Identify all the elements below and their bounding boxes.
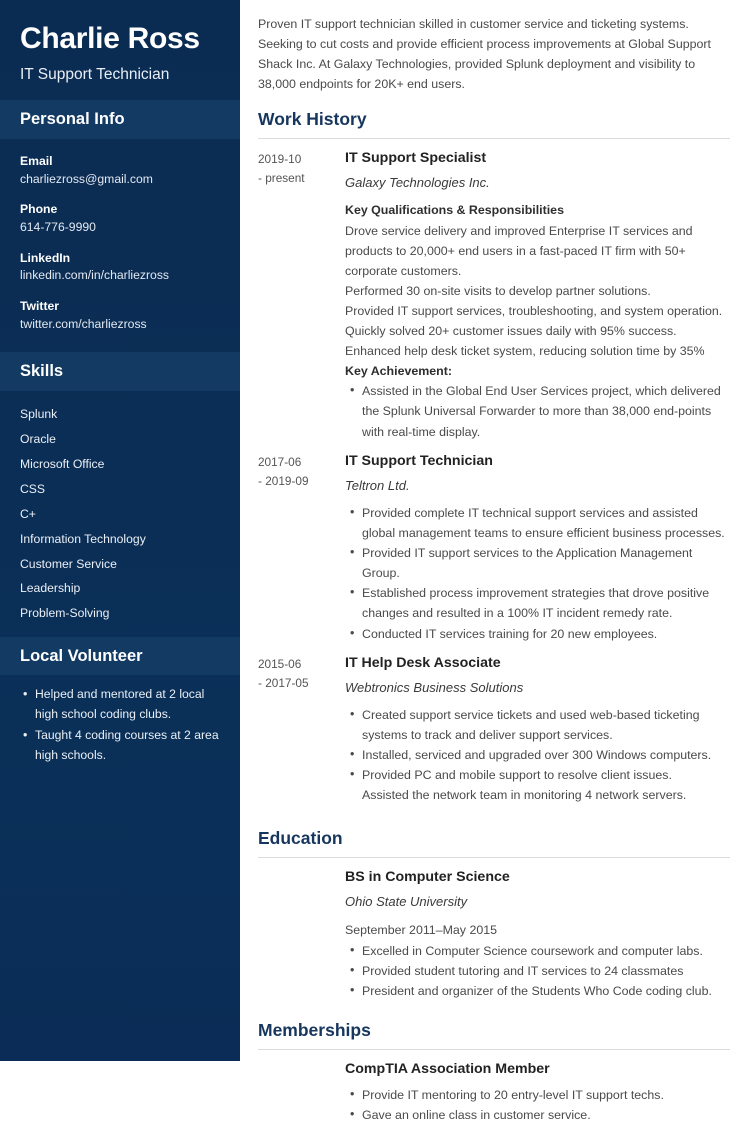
work-entry-line: Enhanced help desk ticket system, reduci…: [345, 344, 705, 359]
work-entry-organization: Webtronics Business Solutions: [345, 679, 524, 695]
contact-item-email: Email charliezross@gmail.com: [20, 153, 220, 188]
education-date-range: September 2011–May 2015: [345, 922, 498, 937]
section-memberships: Memberships CompTIA Association Member P…: [258, 1019, 730, 1125]
work-entry-bullet-list: Created support service tickets and used…: [345, 704, 730, 805]
contact-label: Twitter: [20, 298, 60, 313]
list-item: Conducted IT services training for 20 ne…: [350, 623, 730, 644]
list-item: Established process improvement strategi…: [350, 582, 730, 623]
section-title-work-history: Work History: [258, 109, 367, 130]
list-item: Helped and mentored at 2 local high scho…: [23, 684, 220, 725]
contact-item-phone: Phone 614-776-9990: [20, 201, 220, 236]
date-end: - present: [258, 171, 305, 186]
section-title-education: Education: [258, 828, 343, 849]
work-entry-line: Quickly solved 20+ customer issues daily…: [345, 324, 677, 339]
contact-label: Email: [20, 153, 53, 168]
work-entry-body: IT Support Specialist Galaxy Technologie…: [345, 149, 730, 447]
work-entry-dates: 2017-06 - 2019-09: [258, 452, 345, 650]
work-entry-title: IT Help Desk Associate: [345, 654, 501, 671]
work-entry-achievement-list: Assisted in the Global End User Services…: [345, 380, 730, 441]
work-entry-dates: 2015-06 - 2017-05: [258, 654, 345, 812]
list-item: Excelled in Computer Science coursework …: [350, 940, 730, 961]
skill-item: Customer Service: [20, 556, 117, 571]
work-entry: 2015-06 - 2017-05 IT Help Desk Associate…: [258, 654, 730, 812]
section-title-memberships: Memberships: [258, 1019, 371, 1040]
list-item: President and organizer of the Students …: [350, 980, 730, 1001]
skill-item: Leadership: [20, 581, 81, 596]
work-entry-title: IT Support Specialist: [345, 150, 487, 167]
list-item: Installed, serviced and upgraded over 30…: [350, 744, 730, 765]
contact-value-phone[interactable]: 614-776-9990: [20, 219, 220, 237]
work-entry-line: Provided IT support services, troublesho…: [345, 303, 723, 318]
contact-label: Phone: [20, 202, 58, 217]
key-achievement-label: Key Achievement:: [345, 364, 452, 379]
list-item: Gave an online class in customer service…: [350, 1104, 730, 1125]
list-item: Created support service tickets and used…: [350, 704, 730, 745]
work-entry: 2019-10 - present IT Support Specialist …: [258, 149, 730, 447]
list-item: Provided student tutoring and IT service…: [350, 960, 730, 981]
section-divider: [258, 138, 730, 140]
section-divider: [258, 857, 730, 859]
list-item: Provided PC and mobile support to resolv…: [350, 764, 730, 785]
section-heading-personal-info: Personal Info: [0, 100, 240, 139]
skill-item: Microsoft Office: [20, 457, 105, 472]
contact-label: LinkedIn: [20, 250, 71, 265]
membership-entry: CompTIA Association Member Provide IT me…: [345, 1060, 730, 1125]
work-entry-line: Performed 30 on-site visits to develop p…: [345, 283, 651, 298]
skill-item: Oracle: [20, 432, 56, 447]
contact-item-twitter: Twitter twitter.com/charliezross: [20, 298, 220, 333]
education-degree: BS in Computer Science: [345, 869, 510, 886]
work-entry-body: IT Help Desk Associate Webtronics Busine…: [345, 654, 730, 812]
education-bullet-list: Excelled in Computer Science coursework …: [345, 940, 730, 1001]
section-divider: [258, 1048, 730, 1050]
work-entry-organization: Teltron Ltd.: [345, 477, 410, 493]
resume-document: Charlie Ross IT Support Technician Perso…: [0, 0, 750, 1124]
candidate-name: Charlie Ross: [20, 22, 200, 55]
work-entry-bullet-list: Provided complete IT technical support s…: [345, 502, 730, 644]
work-entry-title: IT Support Technician: [345, 452, 493, 469]
skill-item: C+: [20, 506, 36, 521]
candidate-job-title: IT Support Technician: [20, 65, 170, 83]
professional-summary: Proven IT support technician skilled in …: [258, 17, 711, 92]
section-education: Education BS in Computer Science Ohio St…: [258, 827, 730, 1000]
skill-item: Information Technology: [20, 531, 146, 546]
date-end: - 2017-05: [258, 675, 309, 690]
main-content: Proven IT support technician skilled in …: [240, 0, 750, 1124]
work-entry: 2017-06 - 2019-09 IT Support Technician …: [258, 452, 730, 650]
sidebar-header: Charlie Ross IT Support Technician: [0, 0, 240, 100]
date-start: 2015-06: [258, 656, 302, 671]
list-item: Provide IT mentoring to 20 entry-level I…: [350, 1084, 730, 1105]
list-item: Taught 4 coding courses at 2 area high s…: [23, 725, 220, 766]
list-item: Provided IT support services to the Appl…: [350, 542, 730, 583]
contact-value-email[interactable]: charliezross@gmail.com: [20, 171, 220, 189]
section-heading-local-volunteer: Local Volunteer: [0, 636, 240, 676]
date-end: - 2019-09: [258, 473, 309, 488]
contact-value-linkedin[interactable]: linkedin.com/in/charliezross: [20, 267, 220, 285]
skill-item: CSS: [20, 482, 46, 497]
date-start: 2019-10: [258, 152, 302, 167]
work-entry-organization: Galaxy Technologies Inc.: [345, 175, 490, 191]
work-entry-line: Drove service delivery and improved Ente…: [345, 223, 693, 278]
work-entry-subheading: Key Qualifications & Responsibilities: [345, 203, 564, 218]
volunteer-bullet-list: Helped and mentored at 2 local high scho…: [20, 684, 220, 766]
contact-item-linkedin: LinkedIn linkedin.com/in/charliezross: [20, 250, 220, 285]
list-item: Assisted in the Global End User Services…: [350, 380, 730, 441]
section-heading-skills: Skills: [0, 352, 240, 391]
skill-item: Problem-Solving: [20, 606, 110, 621]
education-school: Ohio State University: [345, 894, 468, 910]
work-entry-dates: 2019-10 - present: [258, 149, 345, 447]
list-item-unbulleted: Assisted the network team in monitoring …: [362, 788, 687, 803]
education-entry: BS in Computer Science Ohio State Univer…: [345, 868, 730, 1001]
skills-list: Splunk Oracle Microsoft Office CSS C+ In…: [0, 391, 240, 637]
volunteer-list: Helped and mentored at 2 local high scho…: [0, 675, 240, 776]
skill-item: Splunk: [20, 407, 58, 422]
contact-value-twitter[interactable]: twitter.com/charliezross: [20, 316, 220, 334]
membership-bullet-list: Provide IT mentoring to 20 entry-level I…: [345, 1084, 730, 1125]
date-start: 2017-06: [258, 454, 302, 469]
section-work-history: Work History 2019-10 - present IT Suppor…: [258, 108, 730, 811]
list-item: Provided complete IT technical support s…: [350, 502, 730, 543]
work-entry-body: IT Support Technician Teltron Ltd. Provi…: [345, 452, 730, 650]
sidebar: Charlie Ross IT Support Technician Perso…: [0, 0, 240, 1061]
personal-info-list: Email charliezross@gmail.com Phone 614-7…: [0, 139, 240, 353]
membership-title: CompTIA Association Member: [345, 1060, 550, 1077]
